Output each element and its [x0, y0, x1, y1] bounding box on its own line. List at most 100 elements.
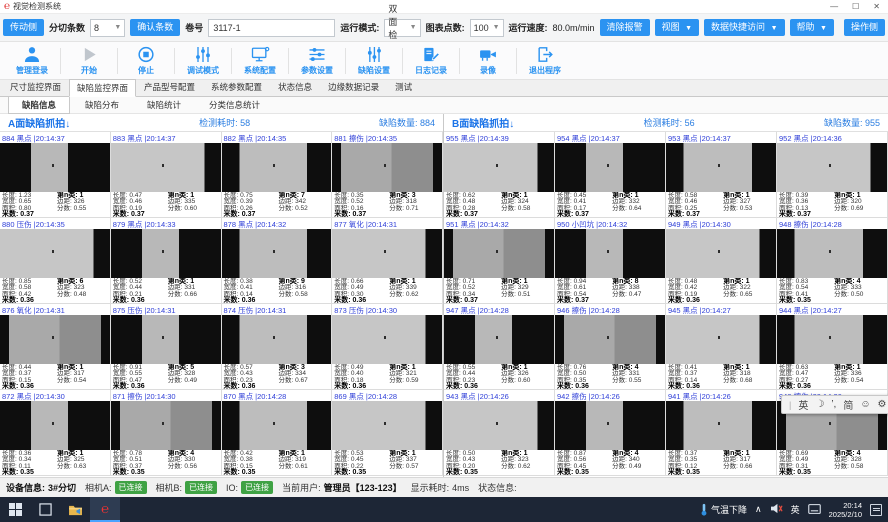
tool-button-play[interactable]: 开始: [61, 45, 117, 76]
defect-classification: 第n类: 1边距: 321分数: 0.59: [389, 365, 440, 388]
data-access-menu-button[interactable]: 数据快捷访问 ▼: [704, 19, 784, 36]
defect-cell[interactable]: 945 黑点 |20:14:27长度: 0.41宽度: 0.37面积: 0.14…: [666, 304, 777, 390]
tab-sub-1[interactable]: 缺陷分布: [72, 97, 132, 113]
drive-side-button[interactable]: 传动侧: [3, 19, 44, 36]
ime-language-bar[interactable]: | 英 ☽ ’, 简 ☺ ⚙: [781, 395, 888, 414]
tab-main-1[interactable]: 缺陷监控界面: [69, 79, 136, 97]
defect-cell[interactable]: 947 黑点 |20:14:28长度: 0.55宽度: 0.44面积: 0.23…: [444, 304, 555, 390]
chart-points-dropdown[interactable]: 100 ▼: [470, 19, 504, 37]
tool-button-user[interactable]: 管理登录: [4, 45, 60, 76]
file-explorer-button[interactable]: [60, 497, 90, 522]
app-logo-icon: ℮: [101, 501, 109, 517]
tab-main-0[interactable]: 尺寸监控界面: [2, 78, 69, 96]
defect-classification: 第n类: 1边距: 317分数: 0.54: [57, 365, 108, 388]
defect-cell[interactable]: 875 压伤 |20:14:31长度: 0.91宽度: 0.55面积: 0.47…: [111, 304, 222, 390]
ime-lang-english[interactable]: 英: [798, 397, 808, 412]
help-menu-button[interactable]: 帮助 ▼: [790, 19, 834, 36]
defect-cell-header: 953 黑点 |20:14:37: [666, 132, 776, 143]
defect-cell[interactable]: 955 黑点 |20:14:39长度: 0.62宽度: 0.48面积: 0.28…: [444, 132, 555, 218]
view-menu-button[interactable]: 视图 ▼: [655, 19, 699, 36]
tool-button-log[interactable]: 日志记录: [403, 45, 459, 76]
ime-grip-handle[interactable]: |: [789, 400, 791, 410]
defect-cell[interactable]: 871 擦伤 |20:14:30长度: 0.78宽度: 0.51面积: 0.37…: [111, 390, 222, 476]
defect-cell[interactable]: 949 黑点 |20:14:30长度: 0.48宽度: 0.42面积: 0.19…: [666, 218, 777, 304]
defect-meter: 米数: 0.37: [446, 298, 501, 303]
defect-cell[interactable]: 951 黑点 |20:14:32长度: 0.71宽度: 0.52面积: 0.34…: [444, 218, 555, 304]
defect-cell[interactable]: 883 黑点 |20:14:37长度: 0.47宽度: 0.46面积: 0.19…: [111, 132, 222, 218]
defect-cell[interactable]: 954 黑点 |20:14:37长度: 0.45宽度: 0.41面积: 0.17…: [555, 132, 666, 218]
defect-cell-info: 长度: 0.63宽度: 0.47面积: 0.27米数: 0.36第n类: 1边距…: [777, 364, 887, 389]
tab-main-6[interactable]: 测试: [387, 78, 420, 96]
defect-cell[interactable]: 953 黑点 |20:14:37长度: 0.58宽度: 0.46面积: 0.25…: [666, 132, 777, 218]
defect-cell[interactable]: 882 黑点 |20:14:35长度: 0.75宽度: 0.39面积: 0.26…: [222, 132, 333, 218]
defect-cell[interactable]: 877 氧化 |20:14:31长度: 0.66宽度: 0.49面积: 0.30…: [332, 218, 443, 304]
tab-sub-0[interactable]: 缺陷信息: [8, 96, 70, 114]
ime-emoji-icon[interactable]: ☺: [860, 399, 870, 410]
close-button[interactable]: ✕: [873, 2, 880, 11]
notification-center-icon[interactable]: [870, 504, 882, 516]
defect-cell[interactable]: 943 黑点 |20:14:26长度: 0.50宽度: 0.43面积: 0.20…: [444, 390, 555, 476]
taskbar-clock[interactable]: 20:14 2025/2/10: [829, 501, 862, 519]
tray-expand-chevron[interactable]: ∧: [755, 504, 762, 515]
ime-indicator[interactable]: 英: [791, 503, 800, 516]
defect-cell[interactable]: 941 黑点 |20:14:26长度: 0.37宽度: 0.35面积: 0.12…: [666, 390, 777, 476]
defect-cell[interactable]: 873 压伤 |20:14:30长度: 0.49宽度: 0.40面积: 0.18…: [332, 304, 443, 390]
tool-button-debug[interactable]: 调试模式: [175, 45, 231, 76]
defect-cell[interactable]: 880 压伤 |20:14:35长度: 0.85宽度: 0.58面积: 0.42…: [0, 218, 111, 304]
tool-button-exit[interactable]: 退出程序: [517, 45, 573, 76]
defect-cell[interactable]: 872 黑点 |20:14:30长度: 0.36宽度: 0.34面积: 0.11…: [0, 390, 111, 476]
tab-sub-2[interactable]: 缺陷统计: [134, 97, 194, 113]
defect-cell[interactable]: 881 擦伤 |20:14:35长度: 0.35宽度: 0.52面积: 0.16…: [332, 132, 443, 218]
tool-button-params[interactable]: 参数设置: [289, 45, 345, 76]
keyboard-icon[interactable]: [808, 504, 821, 516]
defect-cell[interactable]: 948 擦伤 |20:14:28长度: 0.83宽度: 0.54面积: 0.41…: [777, 218, 888, 304]
defect-cell[interactable]: 869 黑点 |20:14:28长度: 0.53宽度: 0.45面积: 0.22…: [332, 390, 443, 476]
clear-alarm-button[interactable]: 清除报警: [600, 19, 650, 36]
system-tray: 气温下降 ∧ 英 20:14 2025/2/10: [700, 501, 888, 519]
defect-cell[interactable]: 876 氧化 |20:14:31长度: 0.44宽度: 0.37面积: 0.15…: [0, 304, 111, 390]
defect-score: 分数: 0.49: [168, 378, 219, 384]
ime-fullhalf-moon-icon[interactable]: ☽: [815, 399, 824, 410]
taskbar-app-inspection-system[interactable]: ℮: [90, 497, 120, 522]
defect-cell[interactable]: 942 擦伤 |20:14:26长度: 0.87宽度: 0.56面积: 0.45…: [555, 390, 666, 476]
minimize-button[interactable]: —: [830, 2, 838, 11]
defect-score: 分数: 0.71: [389, 206, 440, 212]
defect-cell[interactable]: 874 压伤 |20:14:31长度: 0.57宽度: 0.43面积: 0.23…: [222, 304, 333, 390]
tab-main-3[interactable]: 系统参数配置: [203, 78, 270, 96]
operator-side-button[interactable]: 操作侧: [844, 19, 885, 36]
weather-widget[interactable]: 气温下降: [700, 503, 747, 516]
defect-cell[interactable]: 944 黑点 |20:14:27长度: 0.63宽度: 0.47面积: 0.27…: [777, 304, 888, 390]
tab-main-5[interactable]: 边缘数据记录: [320, 78, 387, 96]
maximize-button[interactable]: ☐: [852, 2, 859, 11]
ime-punctuation[interactable]: ’,: [831, 399, 836, 410]
defect-cell[interactable]: 878 黑点 |20:14:32长度: 0.38宽度: 0.41面积: 0.14…: [222, 218, 333, 304]
tool-button-label: 开始: [81, 65, 97, 76]
defect-cell[interactable]: 946 擦伤 |20:14:28长度: 0.76宽度: 0.50面积: 0.35…: [555, 304, 666, 390]
volume-muted-icon[interactable]: [770, 503, 783, 516]
defect-cell[interactable]: 952 黑点 |20:14:36长度: 0.39宽度: 0.36面积: 0.13…: [777, 132, 888, 218]
start-button[interactable]: [0, 497, 30, 522]
tab-sub-3[interactable]: 分类信息统计: [196, 97, 273, 113]
run-mode-dropdown[interactable]: 双面检测 ▼: [384, 19, 420, 37]
defect-thumbnail: [222, 315, 332, 364]
split-count-dropdown[interactable]: 8 ▼: [90, 19, 125, 37]
task-view-button[interactable]: [30, 497, 60, 522]
tool-button-camera[interactable]: 录像: [460, 45, 516, 76]
defect-cell[interactable]: 884 黑点 |20:14:37长度: 1.23宽度: 0.65面积: 0.80…: [0, 132, 111, 218]
tab-main-2[interactable]: 产品型号配置: [136, 78, 203, 96]
roll-number-input[interactable]: [208, 19, 335, 37]
tool-button-stop[interactable]: 停止: [118, 45, 174, 76]
confirm-count-button[interactable]: 确认条数: [130, 19, 180, 36]
defect-cell-info: 长度: 0.35宽度: 0.52面积: 0.16米数: 0.37第n类: 3边距…: [332, 192, 442, 217]
defect-cell[interactable]: 879 黑点 |20:14:33长度: 0.52宽度: 0.44面积: 0.21…: [111, 218, 222, 304]
defect-thumbnail: [222, 401, 332, 450]
tool-button-defectset[interactable]: 缺陷设置: [346, 45, 402, 76]
defect-cell[interactable]: 950 小凹坑 |20:14:32长度: 0.94宽度: 0.61面积: 0.5…: [555, 218, 666, 304]
defect-metrics: 长度: 0.69宽度: 0.49面积: 0.31米数: 0.35: [779, 451, 834, 474]
ime-lang-simplified[interactable]: 简: [843, 397, 853, 412]
defect-cell[interactable]: 870 黑点 |20:14:28长度: 0.42宽度: 0.38面积: 0.15…: [222, 390, 333, 476]
tab-main-4[interactable]: 状态信息: [270, 78, 320, 96]
defect-grid: 955 黑点 |20:14:39长度: 0.62宽度: 0.48面积: 0.28…: [444, 132, 888, 477]
tool-button-monitor[interactable]: 系统配置: [232, 45, 288, 76]
ime-settings-gear-icon[interactable]: ⚙: [878, 399, 887, 410]
